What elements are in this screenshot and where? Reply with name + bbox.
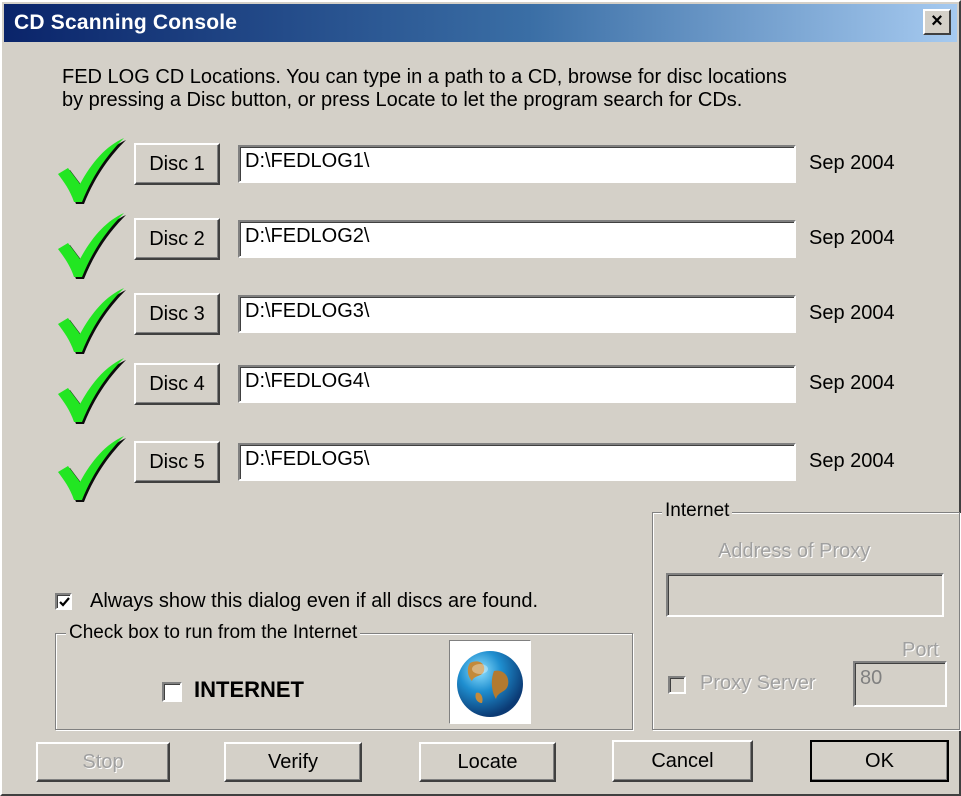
- disc-1-date: Sep 2004: [809, 152, 895, 174]
- cancel-button[interactable]: Cancel: [612, 740, 753, 782]
- disc-found-checkmark-icon: [54, 356, 128, 426]
- disc-found-checkmark-icon: [54, 434, 128, 504]
- disc-button-label: Disc 3: [149, 302, 205, 325]
- disc-5-path-input[interactable]: D:\FEDLOG5\: [238, 443, 796, 481]
- disc-1-button[interactable]: Disc 1: [134, 143, 220, 185]
- locate-button-label: Locate: [457, 750, 518, 773]
- disc-3-button[interactable]: Disc 3: [134, 293, 220, 335]
- disc-2-date: Sep 2004: [809, 227, 895, 249]
- cd-scanning-console-dialog: CD Scanning Console × FED LOG CD Locatio…: [0, 0, 961, 796]
- disc-3-path-input[interactable]: D:\FEDLOG3\: [238, 295, 796, 333]
- proxy-address-input[interactable]: [666, 573, 944, 617]
- close-button[interactable]: ×: [923, 9, 951, 35]
- checkbox-tick-icon: [59, 597, 70, 607]
- globe-icon: [449, 640, 531, 724]
- internet-run-group: [55, 633, 633, 730]
- disc-2-button[interactable]: Disc 2: [134, 218, 220, 260]
- ok-button-label: OK: [865, 749, 894, 772]
- stop-button-label: Stop: [82, 750, 124, 773]
- window-title: CD Scanning Console: [14, 11, 238, 34]
- disc-1-path-input[interactable]: D:\FEDLOG1\: [238, 145, 796, 183]
- verify-button[interactable]: Verify: [224, 742, 362, 782]
- proxy-server-label: Proxy Server: [700, 672, 816, 694]
- internet-run-group-legend: Check box to run from the Internet: [66, 622, 361, 644]
- proxy-server-checkbox[interactable]: [668, 676, 686, 694]
- internet-checkbox-label: INTERNET: [194, 677, 304, 702]
- disc-found-checkmark-icon: [54, 286, 128, 356]
- ok-button[interactable]: OK: [810, 740, 949, 782]
- disc-button-label: Disc 1: [149, 152, 205, 175]
- disc-2-path-input[interactable]: D:\FEDLOG2\: [238, 220, 796, 258]
- always-show-label: Always show this dialog even if all disc…: [90, 590, 539, 612]
- disc-found-checkmark-icon: [54, 211, 128, 281]
- title-bar[interactable]: CD Scanning Console ×: [4, 4, 957, 42]
- cancel-button-label: Cancel: [651, 749, 714, 772]
- disc-3-date: Sep 2004: [809, 302, 895, 324]
- instructions-line-1: FED LOG CD Locations. You can type in a …: [62, 66, 787, 88]
- locate-button[interactable]: Locate: [419, 742, 556, 782]
- disc-4-date: Sep 2004: [809, 372, 895, 394]
- disc-5-button[interactable]: Disc 5: [134, 441, 220, 483]
- disc-button-label: Disc 4: [149, 372, 205, 395]
- port-label: Port: [902, 639, 939, 661]
- stop-button[interactable]: Stop: [36, 742, 170, 782]
- disc-5-date: Sep 2004: [809, 450, 895, 472]
- internet-checkbox[interactable]: [162, 682, 182, 702]
- disc-4-button[interactable]: Disc 4: [134, 363, 220, 405]
- verify-button-label: Verify: [267, 750, 319, 773]
- disc-button-label: Disc 5: [149, 450, 205, 473]
- internet-proxy-group-legend: Internet: [662, 500, 733, 522]
- proxy-address-label: Address of Proxy: [718, 540, 871, 562]
- port-input[interactable]: 80: [853, 661, 947, 707]
- always-show-checkbox[interactable]: [55, 593, 72, 610]
- disc-found-checkmark-icon: [54, 136, 128, 206]
- disc-button-label: Disc 2: [149, 227, 205, 250]
- instructions-line-2: by pressing a Disc button, or press Loca…: [62, 89, 743, 111]
- disc-4-path-input[interactable]: D:\FEDLOG4\: [238, 365, 796, 403]
